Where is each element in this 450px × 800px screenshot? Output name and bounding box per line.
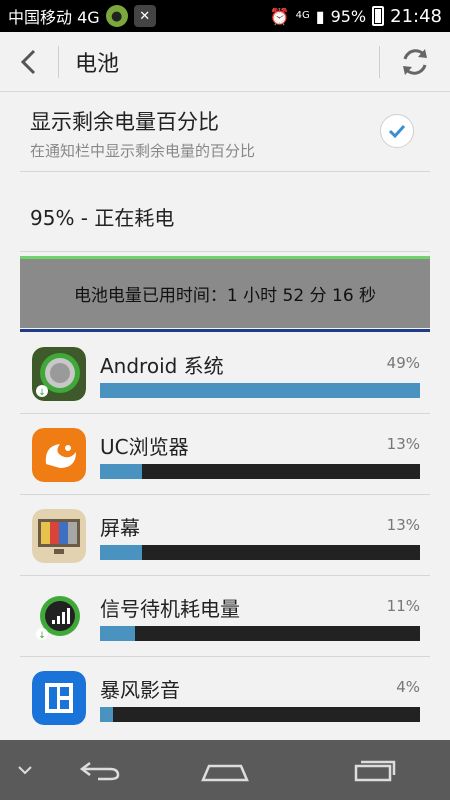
time-label: 21:48 — [390, 5, 442, 27]
app-percent: 49% — [386, 354, 420, 372]
collapse-button[interactable] — [0, 740, 50, 800]
app-name: 信号待机耗电量 — [100, 597, 240, 621]
usage-bar-fill — [100, 383, 420, 398]
app-name: Android 系统 — [100, 354, 224, 378]
banner-divider — [20, 329, 430, 332]
back-button[interactable] — [0, 32, 58, 92]
usage-bar — [100, 626, 420, 641]
nav-recents-button[interactable] — [300, 740, 450, 800]
uc-browser-icon — [32, 428, 86, 482]
refresh-button[interactable] — [380, 32, 450, 92]
screen-icon — [32, 509, 86, 563]
usage-bar — [100, 545, 420, 560]
android-system-icon: ↓ — [32, 347, 86, 401]
carrier-label: 中国移动 4G — [8, 8, 100, 27]
list-item[interactable]: UC浏览器 13% — [20, 414, 430, 495]
percentage-checkbox[interactable] — [380, 114, 414, 148]
app-name: 暴风影音 — [100, 678, 180, 702]
tool-icon: ✕ — [133, 5, 156, 27]
refresh-icon — [403, 48, 427, 75]
battery-label: 95% — [330, 6, 367, 26]
alarm-icon: ⏰ — [269, 6, 290, 26]
app-percent: 13% — [386, 435, 420, 453]
baofeng-icon — [32, 671, 86, 725]
app-percent: 11% — [386, 597, 420, 615]
usage-bar-fill — [100, 707, 113, 722]
signal-standby-icon: ↓ — [32, 590, 86, 644]
check-icon — [388, 124, 406, 139]
signal-icon: ▮ — [315, 6, 325, 26]
back-arrow-icon — [79, 762, 120, 781]
list-item[interactable]: 屏幕 13% — [20, 495, 430, 576]
navigation-bar — [0, 740, 450, 800]
battery-usage-graph[interactable]: 电池电量已用时间：1 小时 52 分 16 秒 — [20, 256, 430, 328]
usage-bar-fill — [100, 545, 142, 560]
setting-subtitle: 在通知栏中显示剩余电量的百分比 — [30, 142, 256, 160]
battery-status-text: 95% - 正在耗电 — [30, 206, 175, 230]
nav-back-button[interactable] — [50, 740, 150, 800]
app-usage-list: ↓ Android 系统 49% UC浏览器 13% 屏幕 13% ↓ 信号待机… — [20, 333, 430, 738]
nav-home-button[interactable] — [150, 740, 300, 800]
chevron-left-icon — [20, 49, 36, 74]
battery-icon — [372, 6, 385, 26]
list-item[interactable]: ↓ 信号待机耗电量 11% — [20, 576, 430, 657]
notification-app-icon: ● — [105, 5, 128, 27]
home-icon — [201, 764, 249, 782]
page-title: 电池 — [75, 51, 120, 77]
chevron-down-icon — [18, 766, 32, 775]
usage-time-text: 电池电量已用时间：1 小时 52 分 16 秒 — [73, 286, 377, 306]
usage-bar — [100, 464, 420, 479]
setting-title: 显示剩余电量百分比 — [30, 110, 219, 134]
action-bar: 电池 — [0, 32, 450, 92]
recents-icon — [354, 760, 396, 782]
svg-text:↓: ↓ — [38, 631, 46, 641]
show-percentage-setting[interactable]: 显示剩余电量百分比 在通知栏中显示剩余电量的百分比 — [20, 92, 430, 172]
app-name: 屏幕 — [100, 516, 140, 540]
app-percent: 13% — [386, 516, 420, 534]
usage-bar-fill — [100, 464, 142, 479]
list-item[interactable]: 暴风影音 4% — [20, 657, 430, 738]
usage-bar — [100, 707, 420, 722]
usage-bar-fill — [100, 626, 136, 641]
network-label: 4G — [295, 10, 310, 21]
svg-text:↓: ↓ — [38, 388, 46, 398]
usage-bar — [100, 383, 420, 398]
battery-status-row: 95% - 正在耗电 — [20, 172, 430, 252]
status-bar: 中国移动 4G ● ✕ ⏰ 4G ▮ 95% 21:48 — [0, 0, 450, 32]
app-name: UC浏览器 — [100, 435, 189, 459]
app-percent: 4% — [396, 678, 420, 696]
list-item[interactable]: ↓ Android 系统 49% — [20, 333, 430, 414]
